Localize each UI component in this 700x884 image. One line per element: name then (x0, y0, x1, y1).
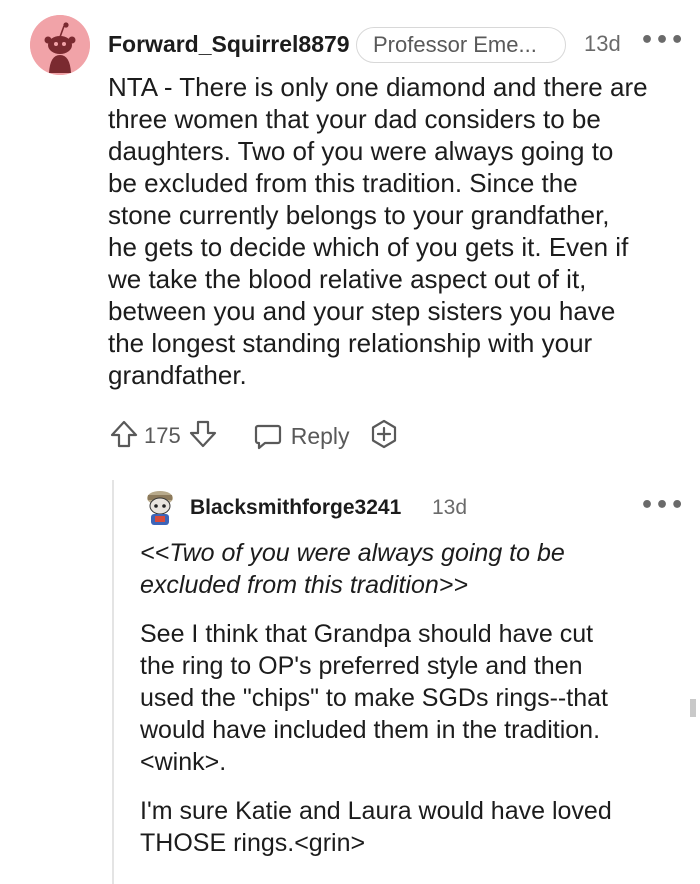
reply-label: Reply (290, 422, 350, 449)
reply-line: THOSE rings.<grin> (140, 829, 366, 857)
reply-line: I'm sure Katie and Laura would have love… (140, 797, 612, 825)
comment-body-line: NTA - There is only one diamond and ther… (108, 72, 648, 102)
comment-action-bar: 175 Reply (108, 418, 400, 454)
reply-line: the ring to OP's preferred style and the… (140, 652, 583, 680)
quoted-text: <<Two of you were always going to be exc… (140, 537, 680, 601)
comment-author[interactable]: Forward_Squirrel8879 (108, 31, 350, 58)
quote-line: <<Two of you were always going to be (140, 539, 565, 567)
thread-line[interactable] (112, 480, 114, 884)
comment-author[interactable]: Blacksmithforge3241 (190, 496, 401, 520)
more-options-icon[interactable]: ••• (640, 30, 685, 52)
comment-body-line: stone currently belongs to your grandfat… (108, 200, 610, 230)
reply-paragraph: See I think that Grandpa should have cut… (140, 618, 680, 778)
reply-body: <<Two of you were always going to be exc… (140, 537, 680, 876)
comment-body-line: grandfather. (108, 360, 247, 390)
avatar[interactable] (30, 15, 90, 75)
reply-button[interactable]: Reply (253, 421, 350, 451)
snoo-avatar-icon (30, 15, 90, 75)
comment-body-line: daughters. Two of you were always going … (108, 136, 614, 166)
user-flair: Professor Eme... (356, 27, 566, 63)
speech-bubble-icon (254, 424, 281, 450)
comment-timestamp: 13d (432, 496, 468, 519)
more-options-icon[interactable]: ••• (640, 495, 685, 517)
downvote-icon[interactable] (187, 418, 219, 455)
scrollbar-thumb[interactable] (690, 699, 696, 717)
reply-line: would have included them in the traditio… (140, 716, 601, 744)
snoo-avatar-icon (147, 491, 173, 525)
quote-line: excluded from this tradition>> (140, 571, 468, 599)
comment-body-line: be excluded from this tradition. Since t… (108, 168, 578, 198)
award-icon[interactable] (368, 418, 400, 455)
reply-line: used the "chips" to make SGDs rings--tha… (140, 684, 608, 712)
comment-body-line: between you and your step sisters you ha… (108, 296, 616, 326)
comment-body-line: three women that your dad considers to b… (108, 104, 601, 134)
comment-body-line: he gets to decide which of you gets it. … (108, 232, 629, 262)
upvote-icon[interactable] (108, 418, 140, 455)
avatar[interactable] (143, 489, 177, 527)
reply-line: <wink>. (140, 748, 227, 776)
comment-timestamp: 13d (584, 31, 621, 56)
comment-body-line: we take the blood relative aspect out of… (108, 264, 587, 294)
vote-count: 175 (144, 423, 181, 448)
comment-body: NTA - There is only one diamond and ther… (108, 71, 688, 391)
reply-line: See I think that Grandpa should have cut (140, 620, 594, 648)
reply-paragraph: I'm sure Katie and Laura would have love… (140, 795, 680, 859)
comment-body-line: the longest standing relationship with y… (108, 328, 593, 358)
